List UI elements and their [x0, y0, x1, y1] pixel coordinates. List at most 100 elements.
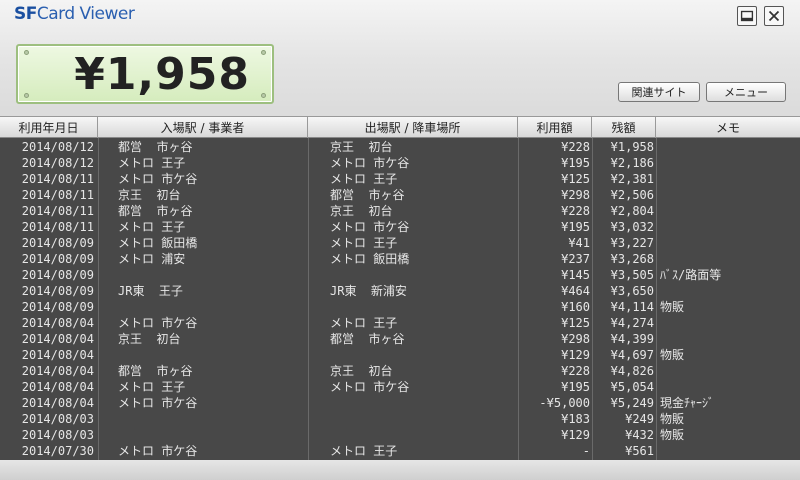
- table-row[interactable]: 2014/08/09 メトロ 浦安 メトロ 飯田橋 ¥237 ¥3,268: [0, 251, 800, 267]
- table-header: 利用年月日 入場駅 / 事業者 出場駅 / 降車場所 利用額 残額 メモ: [0, 116, 800, 138]
- header-balance[interactable]: 残額: [592, 117, 656, 138]
- table-row[interactable]: 2014/08/11 京王 初台 都営 市ヶ谷 ¥298 ¥2,506: [0, 187, 800, 203]
- cell-balance: ¥4,399: [610, 332, 654, 346]
- cell-memo: [660, 139, 798, 155]
- related-sites-button[interactable]: 関連サイト: [618, 82, 700, 102]
- table-row[interactable]: 2014/08/03 ¥129 ¥432 物販: [0, 427, 800, 443]
- table-row[interactable]: 2014/08/12 都営 市ヶ谷 京王 初台 ¥228 ¥1,958: [0, 139, 800, 155]
- cell-entry-station: メトロ 王子: [118, 380, 186, 394]
- table-row[interactable]: 2014/07/30 メトロ 市ケ谷 メトロ 王子 - ¥561: [0, 443, 800, 459]
- cell-amount: ¥464: [561, 284, 590, 298]
- table-row[interactable]: 2014/08/11 都営 市ヶ谷 京王 初台 ¥228 ¥2,804: [0, 203, 800, 219]
- cell-balance: ¥2,506: [610, 188, 654, 202]
- cell-memo: [660, 331, 798, 347]
- table-row[interactable]: 2014/08/04 メトロ 市ケ谷 -¥5,000 ¥5,249 現金ﾁｬｰｼﾞ: [0, 395, 800, 411]
- cell-balance: ¥1,958: [610, 140, 654, 154]
- cell-date: 2014/08/04: [21, 332, 94, 346]
- header-amount[interactable]: 利用額: [518, 117, 592, 138]
- cell-entry-station: 都営 市ヶ谷: [118, 364, 193, 378]
- cell-exit-station: [330, 395, 518, 411]
- cell-exit-station: 京王 初台: [330, 364, 393, 378]
- cell-exit-station: メトロ 市ケ谷: [330, 380, 410, 394]
- cell-exit-station: メトロ 王子: [330, 172, 398, 186]
- cell-exit-station: メトロ 市ケ谷: [330, 156, 410, 170]
- cell-date: 2014/08/12: [21, 140, 94, 154]
- cell-balance: ¥2,381: [610, 172, 654, 186]
- cell-exit-station: 京王 初台: [330, 204, 393, 218]
- cell-entry-station: メトロ 市ケ谷: [118, 316, 198, 330]
- cell-balance: ¥4,826: [610, 364, 654, 378]
- cell-entry-station: メトロ 王子: [118, 156, 186, 170]
- header-date[interactable]: 利用年月日: [0, 117, 98, 138]
- table-row[interactable]: 2014/08/09 ¥160 ¥4,114 物販: [0, 299, 800, 315]
- cell-balance: ¥561: [625, 444, 654, 458]
- cell-memo: 物販: [660, 412, 685, 426]
- cell-date: 2014/08/11: [21, 220, 94, 234]
- cell-memo: [660, 363, 798, 379]
- cell-balance: ¥4,274: [610, 316, 654, 330]
- cell-amount: -¥5,000: [539, 396, 590, 410]
- cell-date: 2014/07/30: [21, 444, 94, 458]
- app-title-rest: Card Viewer: [36, 4, 135, 24]
- cell-memo: [660, 315, 798, 331]
- cell-exit-station: [330, 299, 518, 315]
- cell-amount: ¥228: [561, 204, 590, 218]
- cell-amount: ¥228: [561, 140, 590, 154]
- cell-balance: ¥3,032: [610, 220, 654, 234]
- cell-amount: ¥125: [561, 316, 590, 330]
- balance-display: ¥1,958: [16, 44, 274, 104]
- cell-entry-station: 京王 初台: [118, 188, 181, 202]
- table-row[interactable]: 2014/08/04 都営 市ヶ谷 京王 初台 ¥228 ¥4,826: [0, 363, 800, 379]
- table-row[interactable]: 2014/08/09 JR東 王子 JR東 新浦安 ¥464 ¥3,650: [0, 283, 800, 299]
- cell-exit-station: 京王 初台: [330, 140, 393, 154]
- cell-date: 2014/08/03: [21, 428, 94, 442]
- cell-exit-station: メトロ 王子: [330, 316, 398, 330]
- cell-exit-station: [330, 411, 518, 427]
- cell-memo: [660, 203, 798, 219]
- table-row[interactable]: 2014/08/03 ¥183 ¥249 物販: [0, 411, 800, 427]
- table-row[interactable]: 2014/08/12 メトロ 王子 メトロ 市ケ谷 ¥195 ¥2,186: [0, 155, 800, 171]
- cell-exit-station: メトロ 王子: [330, 236, 398, 250]
- cell-entry-station: メトロ 市ケ谷: [118, 172, 198, 186]
- cell-date: 2014/08/12: [21, 156, 94, 170]
- header-exit-station[interactable]: 出場駅 / 降車場所: [308, 117, 518, 138]
- header-memo[interactable]: メモ: [656, 117, 800, 138]
- table-row[interactable]: 2014/08/04 メトロ 王子 メトロ 市ケ谷 ¥195 ¥5,054: [0, 379, 800, 395]
- menu-button[interactable]: メニュー: [706, 82, 786, 102]
- close-button[interactable]: [764, 6, 784, 26]
- cell-entry-station: メトロ 王子: [118, 220, 186, 234]
- cell-amount: ¥298: [561, 188, 590, 202]
- cell-entry-station: メトロ 市ケ谷: [118, 444, 198, 458]
- cell-amount: ¥228: [561, 364, 590, 378]
- cell-memo: ﾊﾞｽ/路面等: [660, 268, 722, 282]
- cell-amount: ¥129: [561, 428, 590, 442]
- cell-balance: ¥2,804: [610, 204, 654, 218]
- cell-date: 2014/08/04: [21, 348, 94, 362]
- cell-entry-station: [118, 267, 308, 283]
- table-row[interactable]: 2014/08/11 メトロ 王子 メトロ 市ケ谷 ¥195 ¥3,032: [0, 219, 800, 235]
- cell-amount: ¥195: [561, 156, 590, 170]
- table-row[interactable]: 2014/08/04 メトロ 市ケ谷 メトロ 王子 ¥125 ¥4,274: [0, 315, 800, 331]
- table-row[interactable]: 2014/08/04 ¥129 ¥4,697 物販: [0, 347, 800, 363]
- history-table: 2014/08/12 都営 市ヶ谷 京王 初台 ¥228 ¥1,958 2014/08/1…: [0, 138, 800, 460]
- table-row[interactable]: 2014/08/11 メトロ 市ケ谷 メトロ 王子 ¥125 ¥2,381: [0, 171, 800, 187]
- cell-entry-station: [118, 299, 308, 315]
- cell-date: 2014/08/03: [21, 412, 94, 426]
- cell-memo: [660, 155, 798, 171]
- cell-balance: ¥5,249: [610, 396, 654, 410]
- table-row[interactable]: 2014/08/04 京王 初台 都営 市ヶ谷 ¥298 ¥4,399: [0, 331, 800, 347]
- cell-amount: ¥183: [561, 412, 590, 426]
- header-entry-station[interactable]: 入場駅 / 事業者: [98, 117, 308, 138]
- cell-exit-station: メトロ 市ケ谷: [330, 220, 410, 234]
- cell-date: 2014/08/11: [21, 188, 94, 202]
- cell-date: 2014/08/09: [21, 236, 94, 250]
- minimize-button[interactable]: [737, 6, 757, 26]
- balance-amount: ¥1,958: [74, 49, 250, 100]
- cell-exit-station: [330, 267, 518, 283]
- table-row[interactable]: 2014/08/09 ¥145 ¥3,505 ﾊﾞｽ/路面等: [0, 267, 800, 283]
- cell-balance: ¥432: [625, 428, 654, 442]
- cell-entry-station: JR東 王子: [118, 284, 183, 298]
- cell-exit-station: メトロ 王子: [330, 444, 398, 458]
- table-row[interactable]: 2014/08/09 メトロ 飯田橋 メトロ 王子 ¥41 ¥3,227: [0, 235, 800, 251]
- title-bar: SFCard Viewer: [0, 0, 800, 32]
